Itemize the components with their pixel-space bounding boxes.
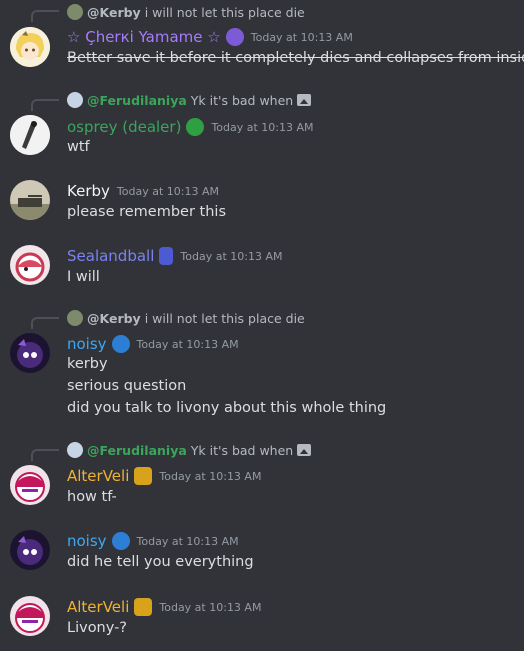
reply-avatar [67,442,83,458]
message-text: Better save it before it completely dies… [67,50,524,66]
reply-avatar [67,92,83,108]
timestamp[interactable]: Today at 10:13 AM [159,601,261,614]
author-name[interactable]: AlterVeli [67,598,129,616]
author-name[interactable]: osprey (dealer) [67,118,181,136]
reply-author[interactable]: @Kerby [87,5,141,20]
author-name[interactable]: Sealandball [67,247,154,265]
author-name[interactable]: Kerby [67,182,110,200]
author-name[interactable]: noisy [67,532,107,550]
message-text: Livony-? [67,620,128,636]
role-icon [111,532,130,550]
reply-author[interactable]: @Kerby [87,311,141,326]
image-icon [297,444,312,456]
reply-text: i will not let this place die [144,4,305,20]
author-name[interactable]: ☆ Çherкi Yamame ☆ [67,28,221,46]
reply-author[interactable]: @Ferudilaniya [87,443,187,458]
reply-preview[interactable]: @Ferudilaniya Yk it's bad when [31,442,312,458]
reply-preview[interactable]: @Kerby i will not let this place die [31,4,305,20]
timestamp[interactable]: Today at 10:13 AM [159,470,261,483]
avatar[interactable] [10,530,50,570]
role-icon [134,467,153,485]
reply-preview[interactable]: @Kerby i will not let this place die [31,310,305,326]
avatar[interactable] [10,465,50,505]
image-icon [297,94,312,106]
avatar[interactable] [10,27,50,67]
avatar[interactable] [10,596,50,636]
message-text: serious question [67,378,187,394]
role-icon [186,118,205,136]
timestamp[interactable]: Today at 10:13 AM [137,535,239,548]
reply-avatar [67,310,83,326]
message-text: please remember this [67,204,227,220]
reply-text: i will not let this place die [144,310,305,326]
message-text: kerby [67,356,108,372]
avatar[interactable] [10,115,50,155]
timestamp[interactable]: Today at 10:13 AM [251,31,353,44]
avatar[interactable] [10,180,50,220]
author-name[interactable]: AlterVeli [67,467,129,485]
timestamp[interactable]: Today at 10:13 AM [117,185,219,198]
avatar[interactable] [10,245,50,285]
role-icon [225,28,244,46]
role-icon [111,335,130,353]
message-text: did he tell you everything [67,554,254,570]
role-icon [134,598,153,616]
message-text: did you talk to livony about this whole … [67,400,387,416]
message-text: I will [67,269,100,285]
message-text: wtf [67,139,90,155]
author-name[interactable]: noisy [67,335,107,353]
reply-text: Yk it's bad when [190,92,294,108]
avatar[interactable] [10,333,50,373]
timestamp[interactable]: Today at 10:13 AM [211,121,313,134]
message-text: how tf- [67,489,117,505]
role-icon [159,247,174,265]
reply-text: Yk it's bad when [190,442,294,458]
timestamp[interactable]: Today at 10:13 AM [180,250,282,263]
timestamp[interactable]: Today at 10:13 AM [137,338,239,351]
reply-preview[interactable]: @Ferudilaniya Yk it's bad when [31,92,312,108]
reply-avatar [67,4,83,20]
reply-author[interactable]: @Ferudilaniya [87,93,187,108]
